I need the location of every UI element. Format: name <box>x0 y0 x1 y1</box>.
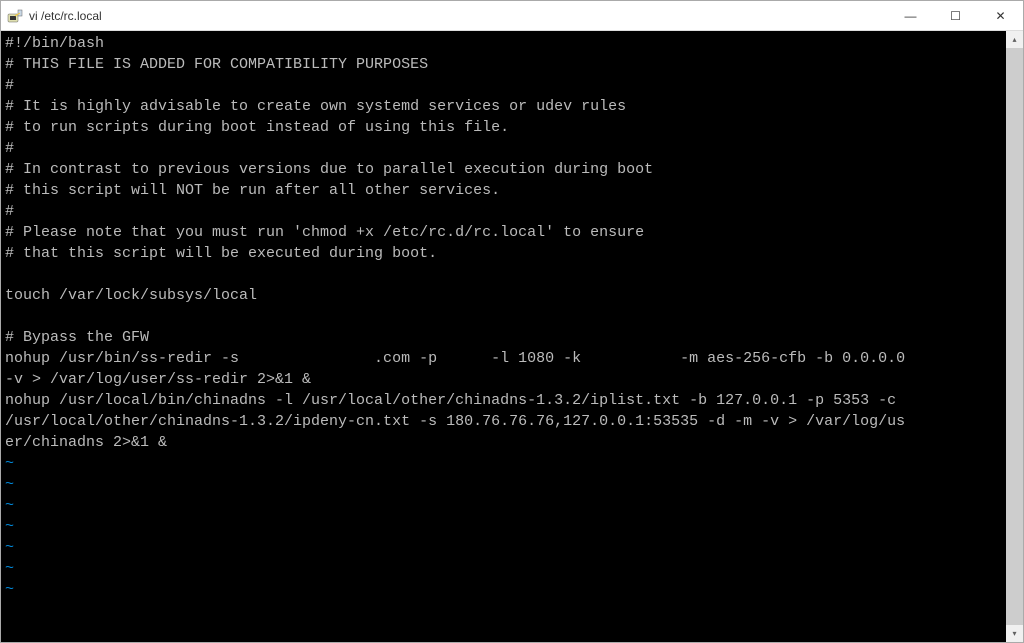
close-button[interactable]: ✕ <box>978 1 1023 30</box>
terminal-area: #!/bin/bash # THIS FILE IS ADDED FOR COM… <box>1 31 1023 642</box>
titlebar[interactable]: vi /etc/rc.local — ☐ ✕ <box>1 1 1023 31</box>
scrollbar-thumb[interactable] <box>1006 48 1023 625</box>
minimize-button[interactable]: — <box>888 1 933 30</box>
scroll-down-button[interactable]: ▾ <box>1006 625 1023 642</box>
window: vi /etc/rc.local — ☐ ✕ #!/bin/bash # THI… <box>0 0 1024 643</box>
window-controls: — ☐ ✕ <box>888 1 1023 30</box>
window-title: vi /etc/rc.local <box>29 9 888 23</box>
scroll-up-button[interactable]: ▴ <box>1006 31 1023 48</box>
terminal-content[interactable]: #!/bin/bash # THIS FILE IS ADDED FOR COM… <box>1 31 1006 642</box>
scrollbar-track[interactable] <box>1006 48 1023 625</box>
putty-icon <box>7 8 23 24</box>
maximize-button[interactable]: ☐ <box>933 1 978 30</box>
scrollbar[interactable]: ▴ ▾ <box>1006 31 1023 642</box>
